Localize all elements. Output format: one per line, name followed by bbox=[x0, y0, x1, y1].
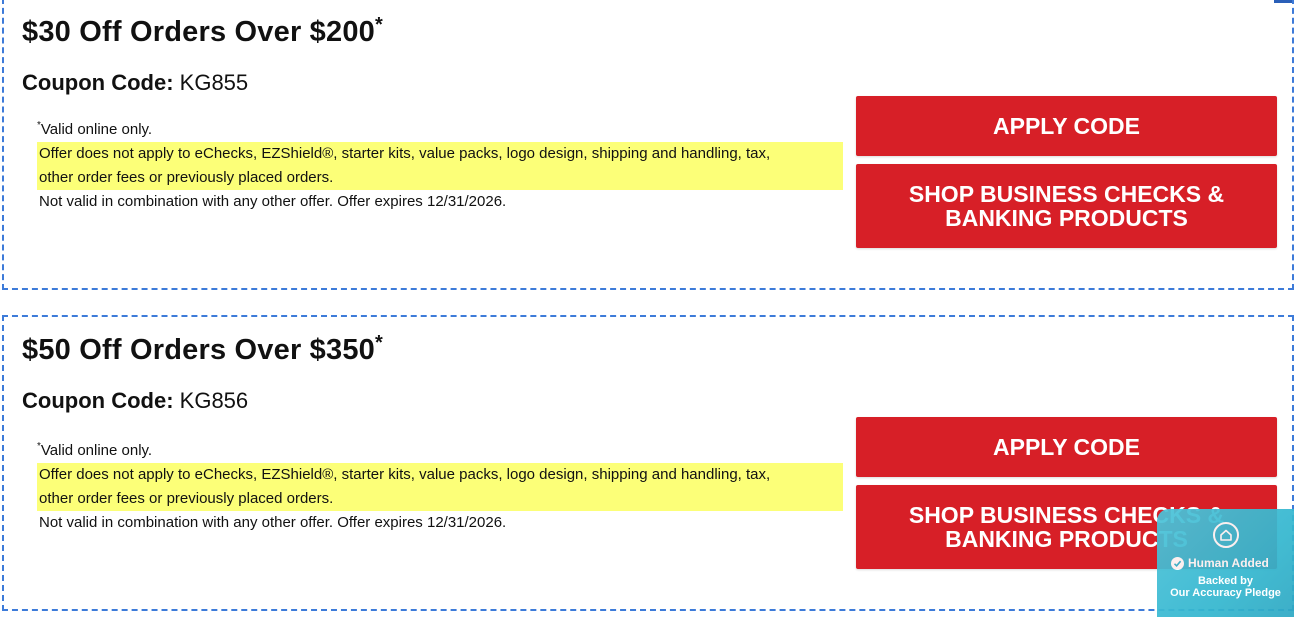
expiry-note: Not valid in combination with any other … bbox=[39, 514, 507, 531]
coupon-code-line: Coupon Code: KG855 bbox=[22, 70, 248, 96]
coupon-fine-print: *Valid online only. Offer does not apply… bbox=[37, 114, 843, 214]
house-icon bbox=[1213, 522, 1239, 548]
exclusion-line-1: Offer does not apply to eChecks, EZShiel… bbox=[39, 145, 771, 162]
valid-online-note: *Valid online only. bbox=[37, 441, 153, 459]
exclusion-line-1: Offer does not apply to eChecks, EZShiel… bbox=[39, 466, 771, 483]
coupon-card: $50 Off Orders Over $350* Coupon Code: K… bbox=[2, 315, 1294, 611]
valid-online-note: *Valid online only. bbox=[37, 120, 153, 138]
coupon-headline: $30 Off Orders Over $200* bbox=[22, 14, 383, 48]
exclusion-line-2: other order fees or previously placed or… bbox=[39, 490, 334, 507]
exclusion-line-2: other order fees or previously placed or… bbox=[39, 169, 334, 186]
accuracy-pledge-badge[interactable]: Human Added Backed by Our Accuracy Pledg… bbox=[1157, 509, 1294, 617]
backed-by-text: Backed by Our Accuracy Pledge bbox=[1170, 575, 1281, 599]
apply-code-button[interactable]: APPLY CODE bbox=[856, 417, 1277, 477]
expiry-note: Not valid in combination with any other … bbox=[39, 193, 507, 210]
coupon-code-label: Coupon Code: bbox=[22, 70, 174, 95]
shop-business-checks-button[interactable]: SHOP BUSINESS CHECKS & BANKING PRODUCTS bbox=[856, 164, 1277, 248]
coupon-code-value: KG855 bbox=[179, 70, 249, 95]
coupon-fine-print: *Valid online only. Offer does not apply… bbox=[37, 435, 843, 535]
human-added-label: Human Added bbox=[1188, 556, 1269, 570]
exclusion-highlight: Offer does not apply to eChecks, EZShiel… bbox=[37, 142, 843, 190]
checkmark-icon bbox=[1171, 556, 1184, 570]
coupon-card: $30 Off Orders Over $200* Coupon Code: K… bbox=[2, 0, 1294, 290]
shop-button-label: SHOP BUSINESS CHECKS & BANKING PRODUCTS bbox=[908, 181, 1225, 231]
coupon-headline: $50 Off Orders Over $350* bbox=[22, 332, 383, 366]
apply-code-button[interactable]: APPLY CODE bbox=[856, 96, 1277, 156]
coupon-code-value: KG856 bbox=[179, 388, 249, 413]
coupon-code-line: Coupon Code: KG856 bbox=[22, 388, 248, 414]
exclusion-highlight: Offer does not apply to eChecks, EZShiel… bbox=[37, 463, 843, 511]
human-added-row: Human Added bbox=[1171, 556, 1294, 570]
coupon-code-label: Coupon Code: bbox=[22, 388, 174, 413]
